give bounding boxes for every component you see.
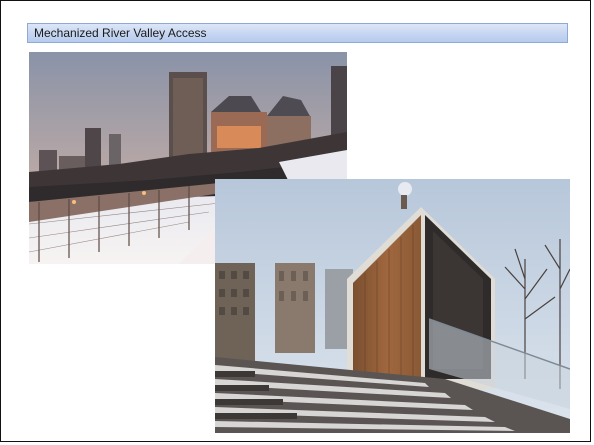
slide-title: Mechanized River Valley Access <box>27 23 568 43</box>
pavilion-photo <box>215 179 570 433</box>
presentation-slide: Mechanized River Valley Access <box>0 0 591 442</box>
